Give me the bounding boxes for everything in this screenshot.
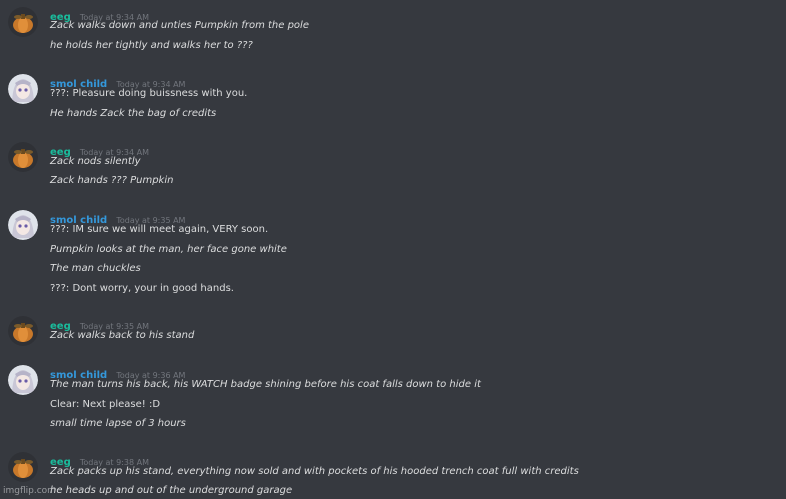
message-header: smol child Today at 9:35 AM — [50, 208, 185, 226]
message-text: ???: Pleasure doing buissness with you. — [50, 88, 248, 99]
message-header: eeg Today at 9:35 AM — [50, 314, 149, 332]
message-header: eeg Today at 9:34 AM — [50, 140, 149, 158]
message-header: smol child Today at 9:34 AM — [50, 72, 185, 90]
pumpkin-avatar-icon[interactable] — [8, 452, 38, 482]
message-text: Clear: Next please! :D — [50, 399, 161, 410]
message-text: Zack walks down and unties Pumpkin from … — [50, 20, 309, 31]
message-group: eeg Today at 9:34 AM Zack walks down and… — [0, 5, 786, 55]
message-text: he heads up and out of the underground g… — [50, 485, 293, 496]
message-group: smol child Today at 9:36 AM The man turn… — [0, 363, 786, 433]
message-group: eeg Today at 9:35 AM Zack walks back to … — [0, 314, 786, 348]
message-group: smol child Today at 9:35 AM ???: IM sure… — [0, 208, 786, 298]
message-group: eeg Today at 9:34 AM Zack nods silently … — [0, 140, 786, 190]
pumpkin-avatar-icon[interactable] — [8, 142, 38, 172]
message-header: smol child Today at 9:36 AM — [50, 363, 185, 381]
message-group: smol child Today at 9:34 AM ???: Pleasur… — [0, 72, 786, 122]
message-text: The man turns his back, his WATCH badge … — [50, 379, 481, 390]
message-text: ???: IM sure we will meet again, VERY so… — [50, 224, 269, 235]
message-text: Zack hands ??? Pumpkin — [50, 175, 174, 186]
watermark: imgflip.com — [3, 486, 56, 496]
message-group: eeg Today at 9:38 AM Zack packs up his s… — [0, 450, 786, 499]
message-text: Pumpkin looks at the man, her face gone … — [50, 244, 287, 255]
message-text: small time lapse of 3 hours — [50, 418, 186, 429]
message-text: Zack walks back to his stand — [50, 330, 195, 341]
anime-girl-avatar-icon[interactable] — [8, 210, 38, 240]
pumpkin-avatar-icon[interactable] — [8, 316, 38, 346]
message-text: The man chuckles — [50, 263, 141, 274]
anime-girl-avatar-icon[interactable] — [8, 74, 38, 104]
message-text: ???: Dont worry, your in good hands. — [50, 283, 234, 294]
pumpkin-avatar-icon[interactable] — [8, 7, 38, 37]
message-text: Zack nods silently — [50, 156, 141, 167]
chat-log: eeg Today at 9:34 AM Zack walks down and… — [0, 0, 786, 499]
message-header: eeg Today at 9:34 AM — [50, 5, 149, 23]
message-header: eeg Today at 9:38 AM — [50, 450, 149, 468]
message-text: He hands Zack the bag of credits — [50, 108, 217, 119]
message-text: Zack packs up his stand, everything now … — [50, 466, 579, 477]
anime-girl-avatar-icon[interactable] — [8, 365, 38, 395]
message-text: he holds her tightly and walks her to ??… — [50, 40, 253, 51]
